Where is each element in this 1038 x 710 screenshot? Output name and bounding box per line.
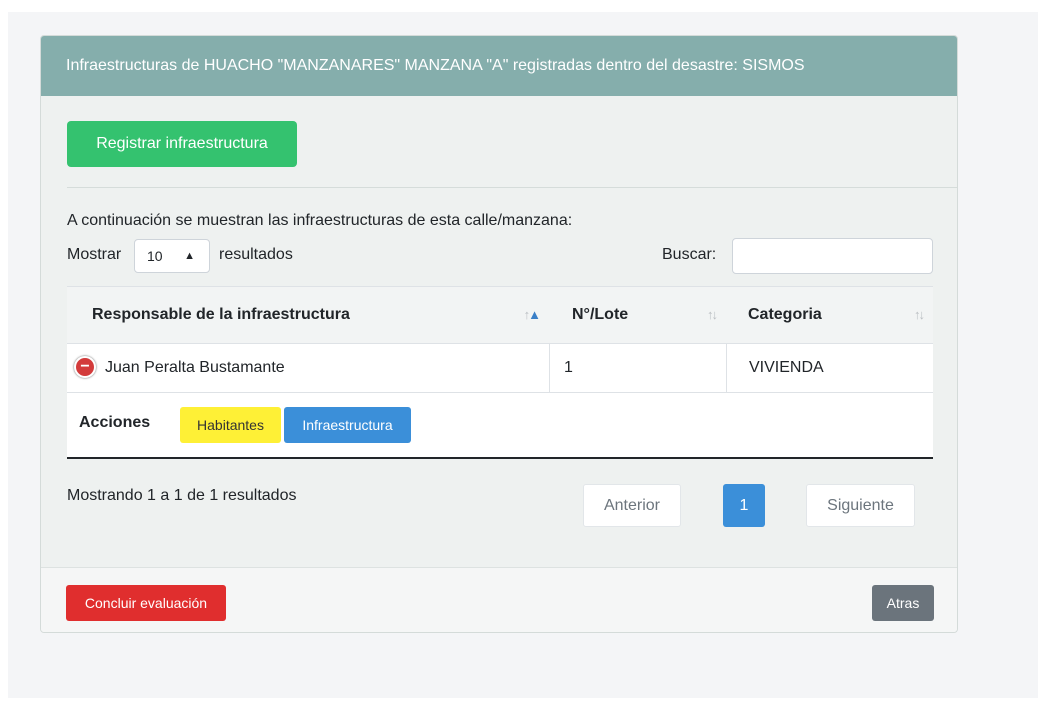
select-arrows-icon: ▲ <box>184 250 195 262</box>
search-input[interactable] <box>732 238 933 274</box>
infrastructure-table: Responsable de la infraestructura ↑▲ N°/… <box>67 286 933 459</box>
intro-text: A continuación se muestran las infraestr… <box>67 212 573 229</box>
infraestructura-button[interactable]: Infraestructura <box>284 407 411 443</box>
infrastructure-card: Infraestructuras de HUACHO "MANZANARES" … <box>40 35 958 633</box>
actions-label: Acciones <box>79 414 151 431</box>
register-infrastructure-button[interactable]: Registrar infraestructura <box>67 121 297 167</box>
sort-arrows-icon: ↑↓ <box>914 307 925 322</box>
card-header-title: Infraestructuras de HUACHO "MANZANARES" … <box>41 36 957 96</box>
search-label: Buscar: <box>662 246 717 263</box>
column-label: N°/Lote <box>572 306 629 323</box>
column-divider <box>549 344 550 392</box>
table-header-row: Responsable de la infraestructura ↑▲ N°/… <box>67 286 933 344</box>
cell-categoria: VIVIENDA <box>749 359 824 376</box>
column-divider <box>726 344 727 392</box>
column-header-categoria[interactable]: Categoria ↑↓ <box>726 287 933 343</box>
minus-circle-icon[interactable]: − <box>74 356 96 378</box>
habitantes-button[interactable]: Habitantes <box>180 407 281 443</box>
column-label: Categoria <box>748 306 822 323</box>
page-1-button[interactable]: 1 <box>723 484 765 527</box>
conclude-evaluation-button[interactable]: Concluir evaluación <box>66 585 226 621</box>
cell-responsable: Juan Peralta Bustamante <box>105 359 285 376</box>
show-label: Mostrar <box>67 246 122 263</box>
page-length-select[interactable]: 10 ▲ <box>134 239 210 273</box>
sort-arrows-icon: ↑▲ <box>523 307 541 322</box>
card-footer: Concluir evaluación Atras <box>41 567 957 632</box>
cell-lote: 1 <box>564 359 573 376</box>
back-button[interactable]: Atras <box>872 585 934 621</box>
divider <box>67 187 957 188</box>
pagination-info: Mostrando 1 a 1 de 1 resultados <box>67 487 297 504</box>
previous-page-button[interactable]: Anterior <box>583 484 681 527</box>
sort-arrows-icon: ↑↓ <box>707 307 718 322</box>
next-page-button[interactable]: Siguiente <box>806 484 915 527</box>
results-label: resultados <box>219 246 293 263</box>
page-length-value: 10 <box>147 248 163 264</box>
table-child-row: Acciones Habitantes Infraestructura <box>67 392 933 457</box>
column-label: Responsable de la infraestructura <box>92 306 350 323</box>
column-header-lote[interactable]: N°/Lote ↑↓ <box>549 287 726 343</box>
column-header-responsable[interactable]: Responsable de la infraestructura ↑▲ <box>67 287 549 343</box>
